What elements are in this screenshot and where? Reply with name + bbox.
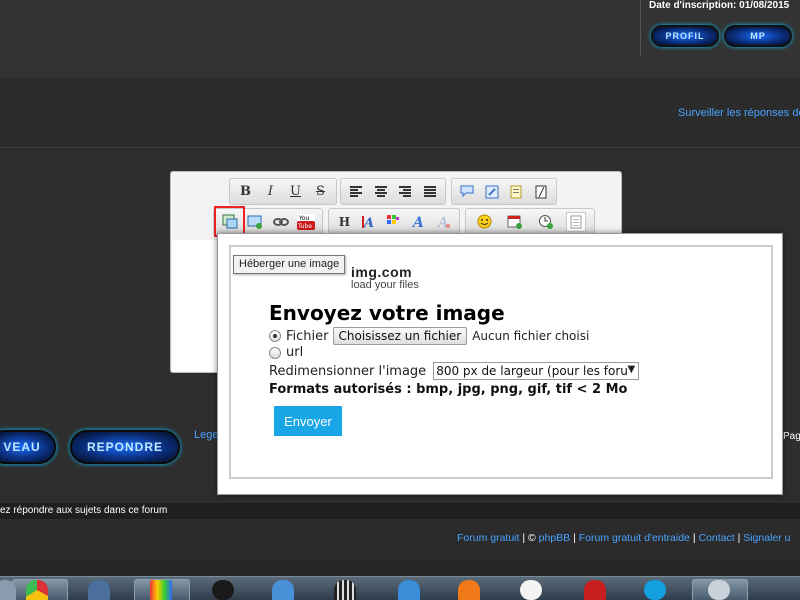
upload-frame: img.com load your files Envoyez votre im… [229, 245, 773, 479]
smiley-icon[interactable] [474, 212, 494, 232]
italic-button[interactable]: I [261, 182, 281, 202]
clock-add-icon[interactable] [535, 212, 555, 232]
footer-link-contact[interactable]: Contact [698, 532, 734, 544]
registration-date: Date d'inscription: 01/08/2015 [649, 0, 790, 11]
footer-separator: | © [519, 532, 539, 544]
align-group [340, 178, 446, 205]
extra-group [465, 208, 595, 235]
page-icon[interactable] [565, 211, 586, 232]
logo-main-text: img.com [351, 264, 413, 280]
divider [0, 147, 800, 148]
no-file-chosen-text: Aucun fichier choisi [472, 329, 590, 343]
insert-image-icon[interactable] [245, 212, 265, 232]
file-option-row: Fichier Choisissez un fichier Aucun fich… [269, 327, 589, 345]
resize-row: Redimensionner l'image 800 px de largeur… [269, 362, 640, 380]
font-size-icon[interactable]: A [359, 212, 379, 232]
upload-title: Envoyez votre image [269, 301, 505, 325]
page-bottom [0, 560, 800, 576]
insert-group [451, 178, 557, 205]
servimg-logo: img.com load your files [351, 264, 419, 291]
skype-icon[interactable] [644, 580, 666, 600]
align-right-icon[interactable] [395, 182, 415, 202]
profile-button[interactable]: PROFIL [651, 25, 719, 47]
thunderbird-icon[interactable] [272, 580, 294, 600]
url-option-row: url [269, 345, 303, 360]
quote-icon[interactable] [457, 182, 477, 202]
align-left-icon[interactable] [346, 182, 366, 202]
header-divider [640, 0, 641, 56]
juventus-icon[interactable] [520, 580, 542, 600]
colorful-app-icon[interactable] [150, 580, 172, 600]
speaker-app-icon[interactable] [708, 580, 730, 600]
svg-text:You: You [298, 215, 310, 222]
film-icon[interactable] [334, 580, 356, 600]
telegram-icon[interactable] [398, 580, 420, 600]
format-text-group: B I U S [229, 178, 337, 205]
pagination-label: Pag [783, 431, 800, 442]
file-radio[interactable] [269, 330, 281, 342]
strikethrough-button[interactable]: S [311, 182, 331, 202]
resize-select[interactable]: 800 px de largeur (pour les foru ▼ [433, 362, 640, 380]
footer-link-phpbb[interactable]: phpBB [539, 532, 571, 544]
resize-selected-value: 800 px de largeur (pour les foru [436, 364, 628, 378]
font-group: H A A A [328, 208, 460, 235]
choose-file-button[interactable]: Choisissez un fichier [332, 327, 468, 345]
heading-icon[interactable]: H [334, 212, 354, 232]
file-option-label: Fichier [286, 328, 329, 344]
new-topic-button[interactable]: VEAU [0, 430, 56, 464]
resize-label: Redimensionner l'image [269, 363, 427, 379]
footer-separator: | [734, 532, 744, 544]
link-icon[interactable] [271, 212, 291, 232]
watch-replies-link[interactable]: Surveiller les réponses de [678, 107, 800, 119]
calendar-icon[interactable] [505, 212, 525, 232]
align-justify-icon[interactable] [420, 182, 440, 202]
network-icon[interactable] [88, 580, 110, 600]
footer-link-entraide[interactable]: Forum gratuit d'entraide [579, 532, 690, 544]
align-center-icon[interactable] [371, 182, 391, 202]
host-image-tooltip: Héberger une image [233, 255, 346, 274]
footer-separator: | [570, 532, 579, 544]
reply-button[interactable]: REPONDRE [70, 430, 180, 464]
footer-link-signaler[interactable]: Signaler u [743, 532, 790, 544]
avast-icon[interactable] [458, 580, 480, 600]
legend-link[interactable]: Lege [194, 429, 218, 441]
list-icon[interactable] [506, 182, 526, 202]
explorer-icon[interactable] [0, 580, 16, 600]
color-icon[interactable] [384, 212, 404, 232]
url-radio[interactable] [269, 346, 281, 359]
dropdown-arrow-icon: ▼ [627, 364, 636, 375]
allowed-formats: Formats autorisés : bmp, jpg, png, gif, … [269, 382, 628, 397]
spoiler-icon[interactable] [531, 182, 551, 202]
svg-text:A: A [411, 215, 424, 229]
media-player-icon[interactable] [212, 580, 234, 600]
private-messages-button[interactable]: MP [724, 25, 792, 47]
svg-text:Tube: Tube [297, 223, 312, 230]
send-button[interactable]: Envoyer [274, 406, 342, 436]
code-icon[interactable] [482, 182, 502, 202]
url-option-label: url [286, 345, 304, 360]
windows-taskbar [0, 576, 800, 600]
logo-sub-text: load your files [351, 279, 419, 291]
footer-link-forum-gratuit[interactable]: Forum gratuit [457, 532, 519, 544]
clear-format-icon[interactable]: A [434, 212, 454, 232]
underline-button[interactable]: U [286, 182, 306, 202]
youtube-icon[interactable]: You Tube [296, 212, 316, 232]
chrome-icon[interactable] [26, 580, 48, 600]
bold-button[interactable]: B [236, 182, 256, 202]
permissions-text: ez répondre aux sujets dans ce forum [0, 505, 168, 516]
footer-links: Forum gratuit | © phpBB | Forum gratuit … [457, 532, 791, 544]
acrobat-icon[interactable] [584, 580, 606, 600]
font-face-icon[interactable]: A [409, 212, 429, 232]
